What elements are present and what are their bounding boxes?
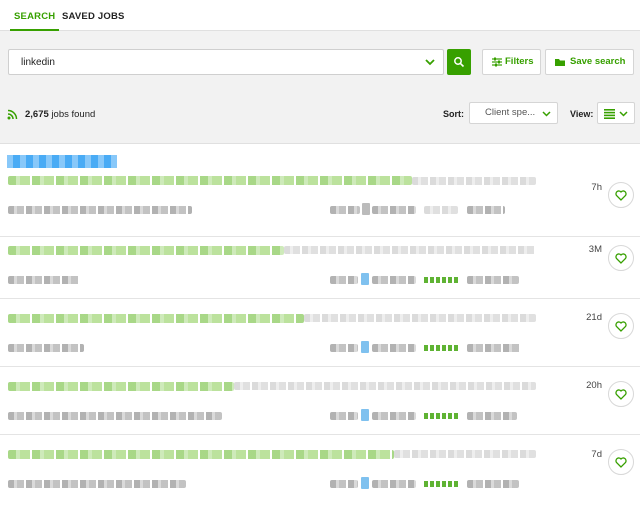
favorite-button[interactable] bbox=[608, 245, 634, 271]
job-row[interactable]: 7d bbox=[0, 435, 640, 509]
job-title-tail-redacted bbox=[412, 177, 536, 185]
search-button[interactable] bbox=[447, 49, 471, 75]
job-age: 3M bbox=[588, 244, 602, 255]
sliders-icon bbox=[492, 57, 502, 67]
job-row[interactable]: 20h bbox=[0, 367, 640, 435]
sort-label: Sort: bbox=[443, 109, 464, 119]
client-rating bbox=[424, 277, 458, 283]
job-age: 7d bbox=[591, 449, 602, 460]
client-badge bbox=[361, 341, 369, 353]
job-title-redacted[interactable] bbox=[8, 246, 284, 255]
job-meta-redacted bbox=[8, 276, 80, 284]
job-row[interactable]: 21d bbox=[0, 299, 640, 367]
chevron-down-icon bbox=[542, 111, 551, 117]
job-title-tail-redacted bbox=[394, 450, 536, 458]
sort-selected-value: Client spe... bbox=[485, 107, 536, 118]
client-rating bbox=[424, 345, 458, 351]
client-badge bbox=[361, 477, 369, 489]
view-label: View: bbox=[570, 109, 594, 119]
jobs-found-count: 2,675 jobs found bbox=[25, 109, 95, 120]
client-info-redacted bbox=[330, 276, 358, 284]
search-input[interactable] bbox=[9, 50, 433, 74]
client-rating-redacted bbox=[424, 206, 458, 214]
client-badge bbox=[361, 273, 369, 285]
client-status-redacted bbox=[372, 344, 416, 352]
client-status-redacted bbox=[372, 480, 416, 488]
tab-bar: SEARCH SAVED JOBS bbox=[0, 0, 640, 31]
redacted-selection bbox=[7, 155, 117, 168]
folder-icon bbox=[555, 59, 565, 66]
job-row[interactable]: 7h bbox=[0, 169, 640, 237]
client-status-redacted bbox=[372, 276, 416, 284]
heart-icon bbox=[615, 321, 627, 332]
job-title-redacted[interactable] bbox=[8, 314, 304, 323]
client-spend-redacted bbox=[467, 480, 519, 488]
list-icon bbox=[604, 109, 615, 119]
client-status-redacted bbox=[372, 412, 416, 420]
client-status-redacted bbox=[372, 206, 416, 214]
client-info-redacted bbox=[330, 412, 358, 420]
rss-icon[interactable] bbox=[7, 109, 18, 120]
job-meta-redacted bbox=[8, 206, 192, 214]
job-age: 21d bbox=[586, 312, 602, 323]
client-badge bbox=[362, 203, 370, 215]
filters-button[interactable]: Filters bbox=[482, 49, 541, 75]
client-spend-redacted bbox=[467, 344, 521, 352]
favorite-button[interactable] bbox=[608, 313, 634, 339]
job-row[interactable]: 3M bbox=[0, 231, 640, 299]
client-badge bbox=[361, 409, 369, 421]
save-search-button[interactable]: Save search bbox=[545, 49, 634, 75]
job-title-tail-redacted bbox=[234, 382, 536, 390]
job-title-tail-redacted bbox=[304, 314, 536, 322]
results-toolbar: 2,675 jobs found Sort: Client spe... Vie… bbox=[0, 99, 640, 129]
favorite-button[interactable] bbox=[608, 381, 634, 407]
job-title-tail-redacted bbox=[284, 246, 536, 254]
sort-select[interactable]: Client spe... bbox=[469, 102, 558, 124]
job-meta-redacted bbox=[8, 344, 84, 352]
jobs-count: 2,675 bbox=[25, 109, 49, 120]
search-box bbox=[8, 49, 444, 75]
heart-icon bbox=[615, 389, 627, 400]
client-info-redacted bbox=[330, 344, 358, 352]
client-rating bbox=[424, 481, 458, 487]
search-panel: Filters Save search 2,675 jobs found Sor… bbox=[0, 31, 640, 144]
job-title-redacted[interactable] bbox=[8, 176, 412, 185]
client-spend-redacted bbox=[467, 276, 519, 284]
client-rating bbox=[424, 413, 458, 419]
client-spend-redacted bbox=[467, 412, 517, 420]
chevron-down-icon[interactable] bbox=[423, 55, 437, 69]
tab-search[interactable]: SEARCH bbox=[9, 0, 60, 31]
heart-icon bbox=[615, 457, 627, 468]
job-meta-redacted bbox=[8, 412, 222, 420]
job-title-redacted[interactable] bbox=[8, 450, 394, 459]
chevron-down-icon bbox=[619, 111, 628, 117]
heart-icon bbox=[615, 253, 627, 264]
favorite-button[interactable] bbox=[608, 449, 634, 475]
tab-saved-jobs[interactable]: SAVED JOBS bbox=[62, 0, 125, 30]
client-info-redacted bbox=[330, 480, 358, 488]
job-age: 7h bbox=[591, 182, 602, 193]
filters-label: Filters bbox=[505, 56, 534, 67]
client-info-redacted bbox=[330, 206, 360, 214]
jobs-found-suffix: jobs found bbox=[51, 109, 96, 120]
heart-icon bbox=[615, 190, 627, 201]
view-select[interactable] bbox=[597, 102, 635, 124]
job-title-redacted[interactable] bbox=[8, 382, 234, 391]
search-icon bbox=[454, 57, 465, 68]
favorite-button[interactable] bbox=[608, 182, 634, 208]
save-search-label: Save search bbox=[570, 56, 626, 67]
job-meta-redacted bbox=[8, 480, 186, 488]
job-age: 20h bbox=[586, 380, 602, 391]
client-spend-redacted bbox=[467, 206, 505, 214]
